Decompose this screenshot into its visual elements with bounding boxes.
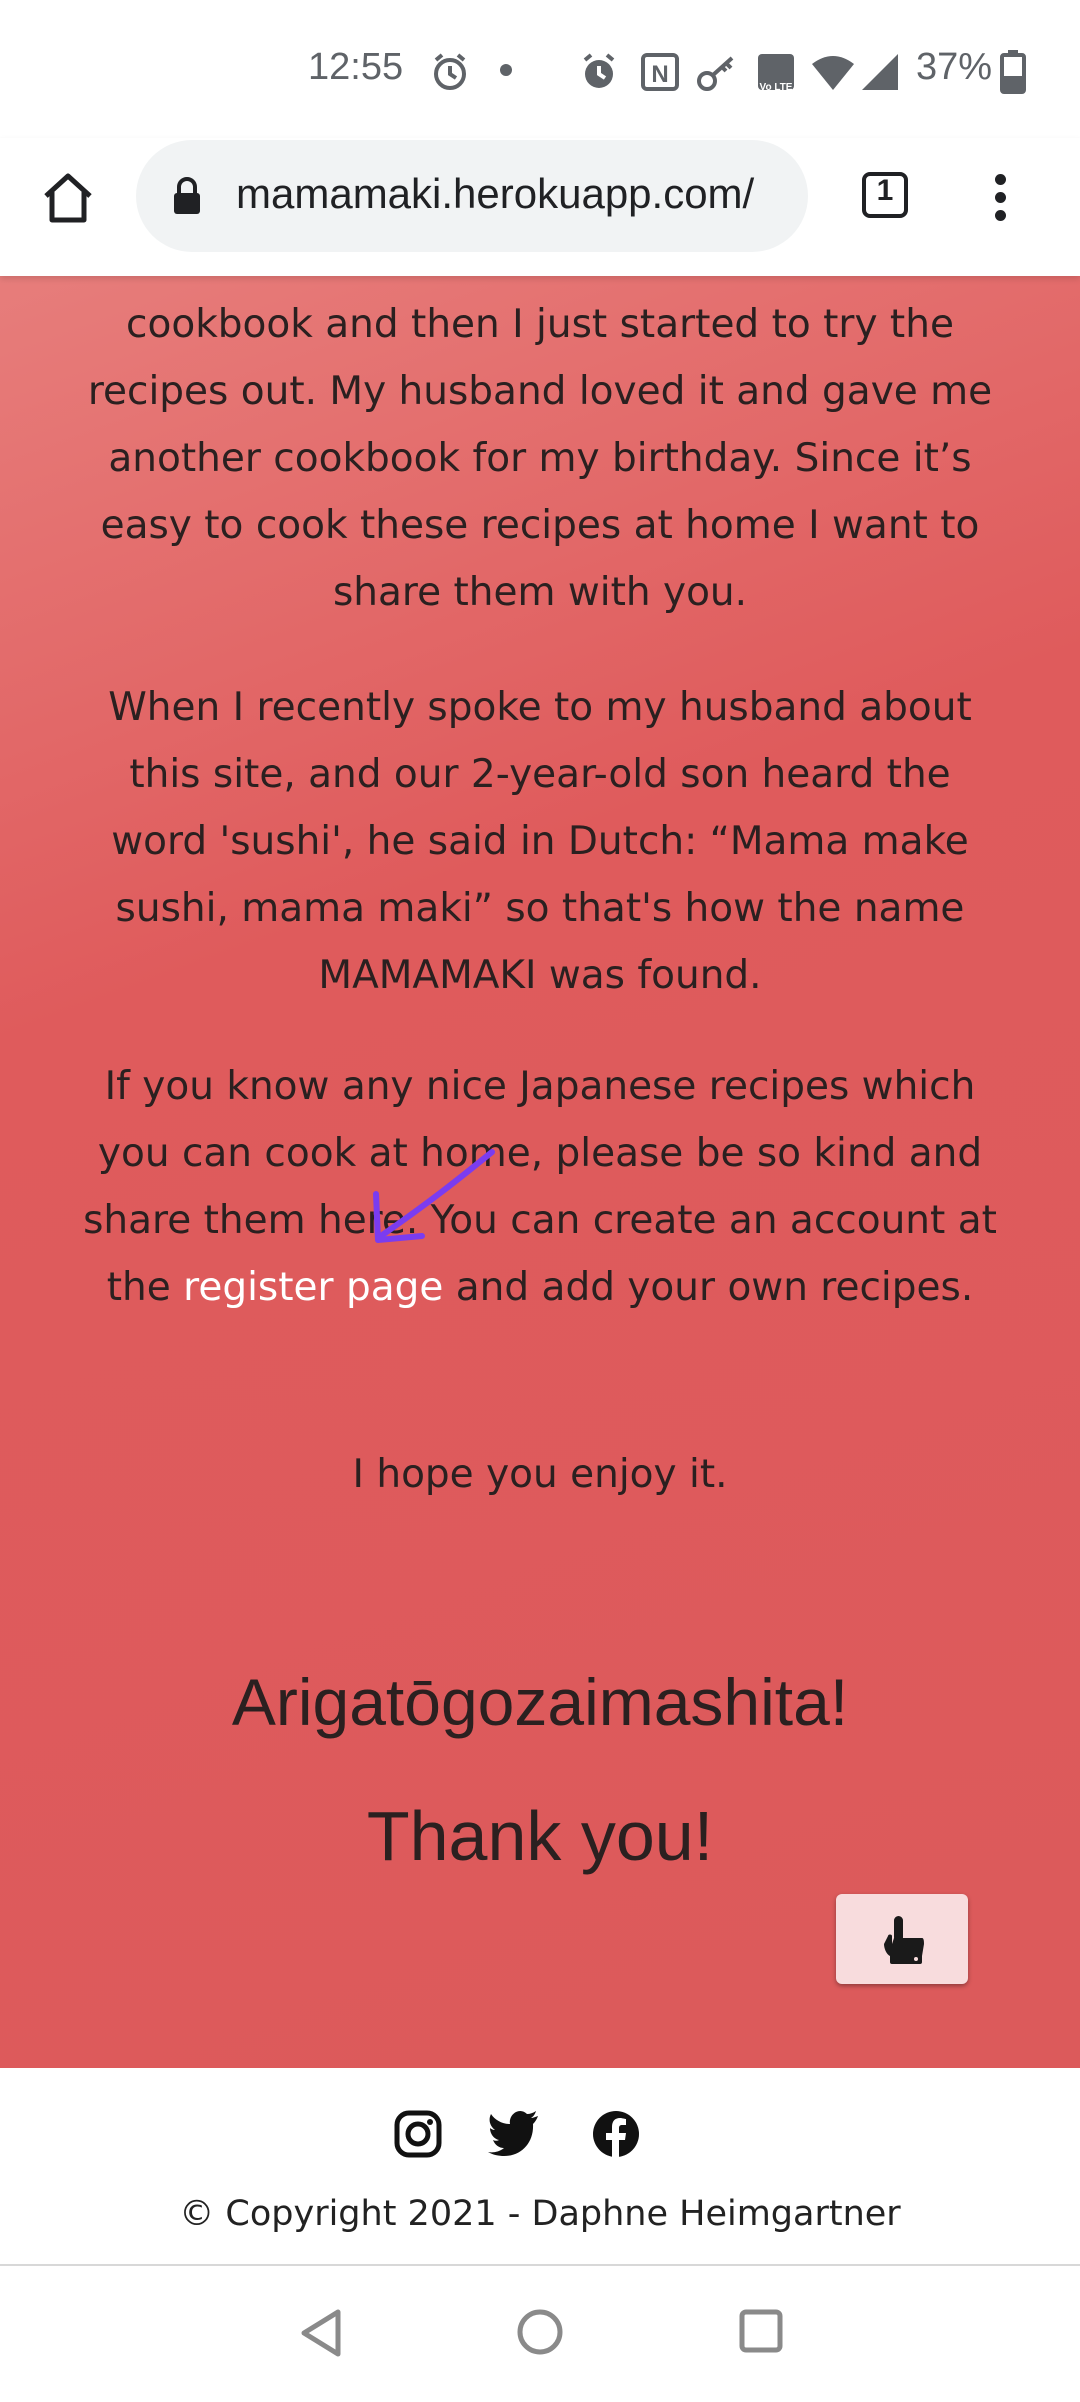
- home-icon: [44, 173, 92, 223]
- url-text: mamamaki.herokuapp.com/: [236, 170, 755, 217]
- register-page-link[interactable]: register page: [183, 1265, 443, 1310]
- about-paragraph-3: If you know any nice Japanese recipes wh…: [80, 1053, 1000, 1321]
- status-time: 12:55: [308, 46, 404, 88]
- notification-dot-icon: [500, 64, 512, 76]
- browser-toolbar: mamamaki.herokuapp.com/ 1: [0, 138, 1080, 276]
- thanks-english: Thank you!: [366, 1797, 714, 1875]
- about-paragraph-1: cookbook and then I just started to try …: [87, 302, 993, 615]
- about-paragraph-4: I hope you enjoy it.: [352, 1452, 728, 1497]
- battery-percent: 37%: [916, 46, 993, 88]
- more-menu-icon[interactable]: [980, 168, 1020, 228]
- scroll-to-top-button[interactable]: [836, 1894, 968, 1984]
- about-paragraph-2: When I recently spoke to my husband abou…: [108, 685, 972, 998]
- volte-icon: Vo LTE: [758, 54, 794, 92]
- volte-label: Vo LTE: [760, 82, 793, 92]
- thanks-japanese: Arigatōgozaimashita!: [231, 1665, 849, 1739]
- wifi-icon: [812, 56, 854, 90]
- battery-icon: [1000, 50, 1026, 94]
- instagram-icon[interactable]: [394, 2110, 442, 2158]
- system-nav-bar: [0, 2264, 1080, 2402]
- paragraph-3-text-after: and add your own recipes.: [443, 1265, 974, 1310]
- annotation-arrow-icon: [373, 1149, 495, 1243]
- tab-switcher-button[interactable]: 1: [860, 170, 916, 226]
- key-icon: [697, 56, 734, 91]
- copyright-text: © Copyright 2021 - Daphne Heimgartner: [179, 2194, 901, 2234]
- footer: © Copyright 2021 - Daphne Heimgartner: [0, 2068, 1080, 2264]
- nav-home-icon[interactable]: [516, 2308, 564, 2356]
- nav-recents-icon[interactable]: [738, 2308, 784, 2354]
- signal-icon: [862, 54, 898, 90]
- address-bar[interactable]: mamamaki.herokuapp.com/: [136, 140, 808, 252]
- tab-count: 1: [876, 174, 894, 207]
- hand-pointer-icon: [884, 1916, 924, 1964]
- alarm-icon: [583, 53, 615, 88]
- lock-icon: [174, 177, 200, 214]
- browser-home-button[interactable]: [38, 168, 98, 228]
- nfc-icon: N: [641, 53, 679, 91]
- facebook-icon[interactable]: [592, 2110, 640, 2158]
- twitter-icon[interactable]: [488, 2110, 540, 2156]
- nfc-label: N: [651, 61, 668, 88]
- about-section: cookbook and then I just started to try …: [0, 276, 1080, 2068]
- nav-back-icon[interactable]: [298, 2308, 344, 2358]
- status-bar: 12:55 N Vo LTE 37%: [0, 0, 1080, 138]
- alarm-icon: [434, 53, 466, 90]
